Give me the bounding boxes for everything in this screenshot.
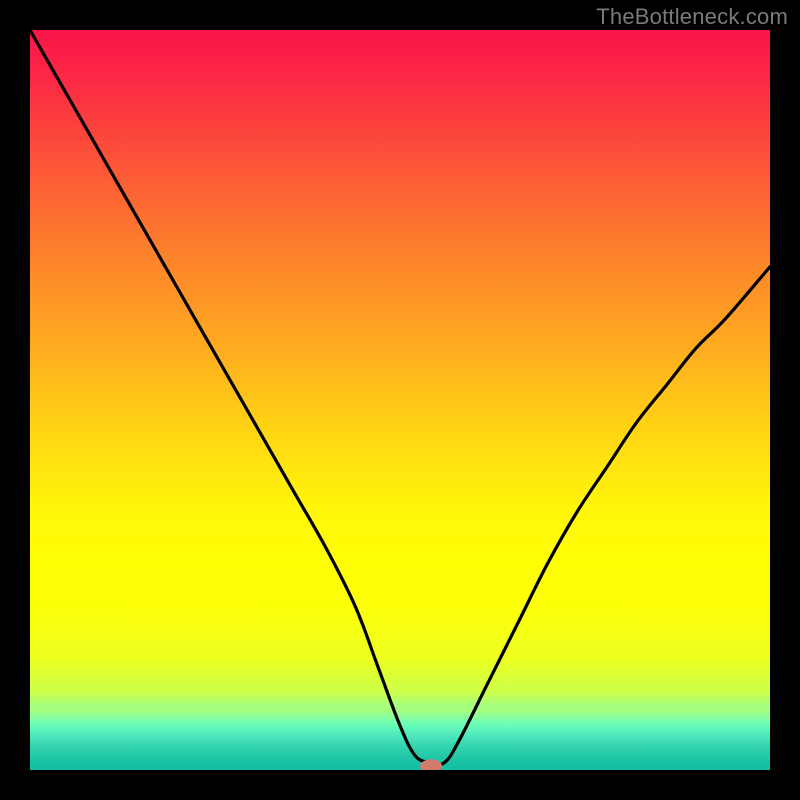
chart-frame: TheBottleneck.com [0,0,800,800]
watermark-text: TheBottleneck.com [596,4,788,30]
chart-svg [30,30,770,770]
bottleneck-curve [30,30,770,765]
plot-area [30,30,770,770]
